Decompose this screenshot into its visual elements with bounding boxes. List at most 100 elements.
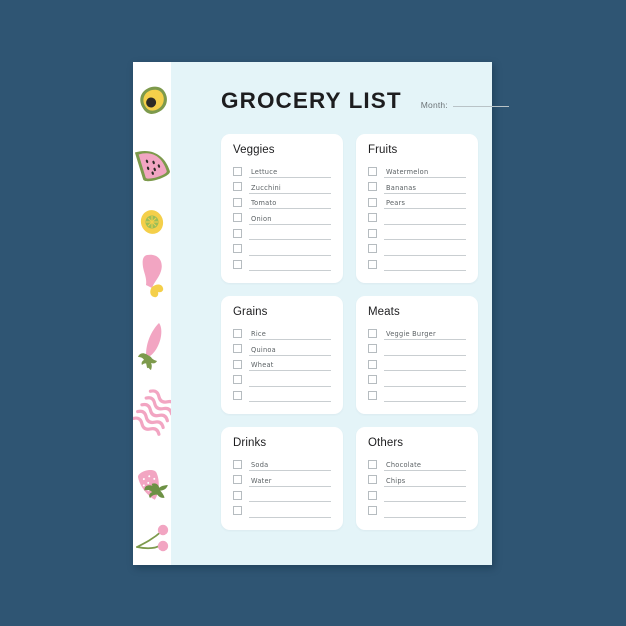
category-title: Others <box>368 437 404 449</box>
grocery-item-row <box>368 209 466 225</box>
item-checkbox[interactable] <box>368 459 377 469</box>
item-label: Veggie Burger <box>386 330 436 338</box>
item-write-line[interactable] <box>384 211 466 225</box>
item-checkbox[interactable] <box>233 228 242 238</box>
item-checkbox[interactable] <box>368 259 377 269</box>
item-checkbox[interactable] <box>233 475 242 484</box>
item-write-line[interactable] <box>249 226 331 240</box>
item-write-line[interactable] <box>249 504 331 518</box>
item-checkbox[interactable] <box>368 344 377 353</box>
item-write-line[interactable] <box>384 504 466 518</box>
page-header: GROCERY LIST Month: <box>221 88 509 122</box>
item-checkbox[interactable] <box>233 166 242 176</box>
item-checkbox[interactable] <box>368 506 377 515</box>
item-checkbox[interactable] <box>233 328 242 338</box>
item-write-line[interactable]: Chocolate <box>384 457 466 471</box>
chili-pepper-illustration <box>133 315 171 377</box>
grocery-item-row: Bananas <box>368 178 466 194</box>
item-label: Chips <box>386 476 406 485</box>
item-checkbox[interactable] <box>233 182 242 191</box>
item-write-line[interactable]: Zucchini <box>249 180 331 194</box>
item-write-line[interactable]: Soda <box>249 457 331 471</box>
item-write-line[interactable]: Water <box>249 473 331 487</box>
month-input-line[interactable] <box>452 106 509 107</box>
grocery-item-row <box>233 371 331 387</box>
item-label: Chocolate <box>386 461 422 469</box>
grocery-item-row: Chips <box>368 471 466 487</box>
category-card: Drinks Soda Water <box>221 427 343 530</box>
grocery-item-row: Pears <box>368 194 466 209</box>
item-checkbox[interactable] <box>233 213 242 222</box>
item-label: Pears <box>386 199 406 207</box>
item-checkbox[interactable] <box>368 375 377 384</box>
grocery-item-row <box>368 340 466 356</box>
item-label: Onion <box>251 214 272 223</box>
item-write-line[interactable] <box>384 226 466 240</box>
item-checkbox[interactable] <box>368 228 377 238</box>
grocery-item-row <box>233 225 331 240</box>
item-checkbox[interactable] <box>233 459 242 469</box>
item-checkbox[interactable] <box>233 506 242 515</box>
grocery-item-row <box>233 240 331 256</box>
item-checkbox[interactable] <box>368 182 377 191</box>
item-write-line[interactable] <box>384 257 466 271</box>
item-checkbox[interactable] <box>368 490 377 500</box>
item-write-line[interactable] <box>384 488 466 502</box>
item-write-line[interactable] <box>384 388 466 402</box>
month-field-group[interactable]: Month: <box>421 100 509 112</box>
item-checkbox[interactable] <box>233 490 242 500</box>
item-write-line[interactable] <box>384 357 466 371</box>
item-checkbox[interactable] <box>368 166 377 176</box>
item-checkbox[interactable] <box>233 259 242 269</box>
item-write-line[interactable] <box>384 373 466 387</box>
item-write-line[interactable]: Veggie Burger <box>384 326 466 340</box>
item-write-line[interactable]: Lettuce <box>249 164 331 178</box>
item-write-line[interactable] <box>249 488 331 502</box>
grocery-item-row: Wheat <box>233 356 331 371</box>
grocery-item-row: Tomato <box>233 194 331 209</box>
item-checkbox[interactable] <box>233 375 242 384</box>
item-write-line[interactable]: Chips <box>384 473 466 487</box>
item-write-line[interactable]: Watermelon <box>384 164 466 178</box>
item-write-line[interactable]: Wheat <box>249 357 331 371</box>
item-checkbox[interactable] <box>368 197 377 207</box>
item-label: Rice <box>251 330 267 338</box>
item-write-line[interactable] <box>249 388 331 402</box>
item-checkbox[interactable] <box>368 213 377 222</box>
item-checkbox[interactable] <box>233 390 242 400</box>
strawberry-illustration <box>133 462 171 518</box>
item-label: Tomato <box>251 199 277 207</box>
grocery-item-row: Zucchini <box>233 178 331 194</box>
item-write-line[interactable] <box>249 373 331 387</box>
item-write-line[interactable]: Bananas <box>384 180 466 194</box>
item-write-line[interactable] <box>249 257 331 271</box>
item-checkbox[interactable] <box>368 390 377 400</box>
grocery-item-row <box>368 240 466 256</box>
item-checkbox[interactable] <box>233 344 242 353</box>
grocery-item-row: Soda <box>233 456 331 471</box>
category-card: Fruits Watermelon Bananas Pears <box>356 134 478 283</box>
item-write-line[interactable]: Tomato <box>249 195 331 209</box>
item-write-line[interactable]: Rice <box>249 326 331 340</box>
grocery-item-row <box>368 225 466 240</box>
item-checkbox[interactable] <box>368 475 377 484</box>
category-card: Grains Rice Quinoa Wheat <box>221 296 343 414</box>
grocery-item-row <box>368 256 466 271</box>
item-write-line[interactable]: Onion <box>249 211 331 225</box>
item-checkbox[interactable] <box>233 359 242 369</box>
item-write-line[interactable]: Quinoa <box>249 342 331 356</box>
item-write-line[interactable] <box>384 242 466 256</box>
category-card: Meats Veggie Burger <box>356 296 478 414</box>
category-title: Fruits <box>368 144 398 156</box>
item-checkbox[interactable] <box>368 328 377 338</box>
item-checkbox[interactable] <box>233 244 242 253</box>
item-checkbox[interactable] <box>368 359 377 369</box>
grocery-item-row: Chocolate <box>368 456 466 471</box>
item-checkbox[interactable] <box>233 197 242 207</box>
item-checkbox[interactable] <box>368 244 377 253</box>
item-write-line[interactable] <box>384 342 466 356</box>
bacon-illustration <box>131 382 178 456</box>
item-write-line[interactable]: Pears <box>384 195 466 209</box>
category-title: Drinks <box>233 437 267 449</box>
item-write-line[interactable] <box>249 242 331 256</box>
